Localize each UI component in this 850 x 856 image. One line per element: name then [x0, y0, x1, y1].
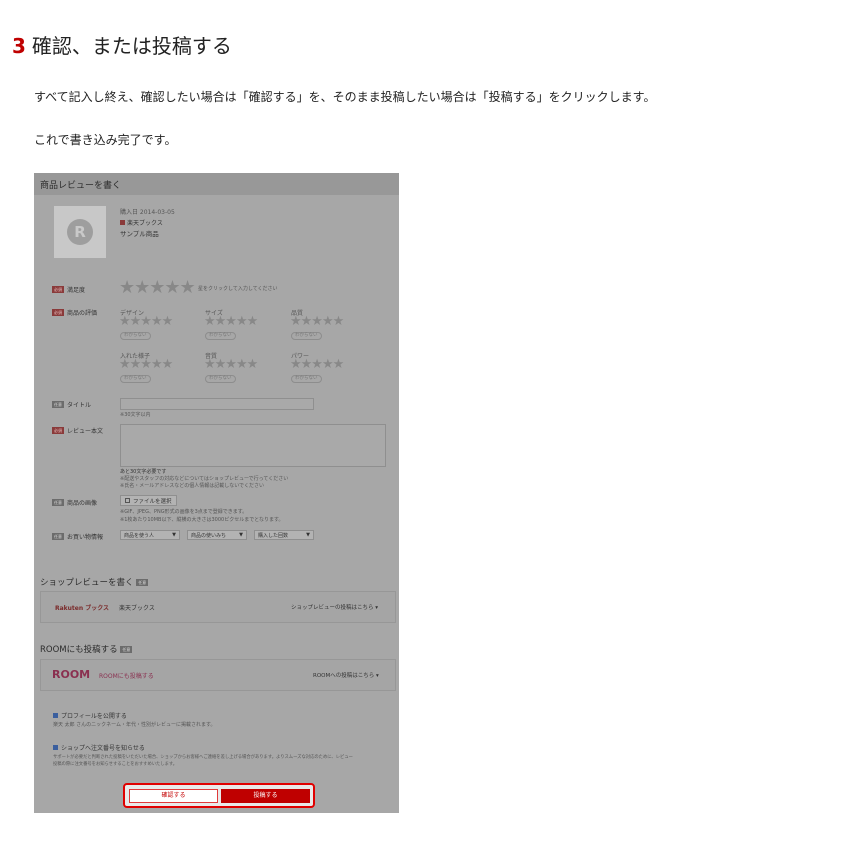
- required-badge: 必須: [52, 427, 64, 434]
- review-label: レビュー本文: [67, 428, 104, 435]
- shop-name: 楽天ブックス: [120, 218, 163, 227]
- dropdown-arrow-icon: ▼: [239, 532, 243, 538]
- required-badge: 必須: [52, 309, 64, 316]
- confirm-button[interactable]: 確認する: [129, 789, 218, 803]
- image-label: 商品の画像: [67, 500, 98, 507]
- post-button[interactable]: 投稿する: [221, 789, 310, 803]
- unknown-pill[interactable]: わからない: [205, 332, 236, 340]
- chevron-down-icon: ▾: [375, 605, 379, 611]
- criterion-stars[interactable]: ★★★★★: [290, 314, 344, 329]
- room-card[interactable]: ROOM ROOMにも投稿する ROOMへの投稿はこちら ▾: [40, 659, 396, 691]
- shop-square-icon: [120, 220, 125, 225]
- optional-badge: 任意: [52, 533, 64, 540]
- unknown-pill[interactable]: わからない: [291, 332, 322, 340]
- profile-checkbox[interactable]: [53, 713, 58, 718]
- unknown-pill[interactable]: わからない: [291, 375, 322, 383]
- optional-badge: 任意: [52, 401, 64, 408]
- image-note: ※1枚あたり10MB以下、縦横の大きさは3000ピクセルまでとなります。: [120, 517, 284, 523]
- shop-review-link[interactable]: ショップレビューの投稿はこちら ▾: [291, 603, 378, 611]
- shop-review-heading: ショップレビューを書く 任意: [40, 578, 149, 588]
- order-note: 投稿の際に注文番号をお知らせすることをおすすめいたします。: [53, 762, 178, 767]
- step-heading: 3 確認、または投稿する: [12, 30, 232, 59]
- optional-badge: 任意: [120, 646, 133, 653]
- file-select-button[interactable]: ファイルを選択: [120, 495, 177, 506]
- select-usage[interactable]: 商品の使いみち ▼: [187, 530, 247, 540]
- room-card-text: ROOMにも投稿する: [99, 673, 154, 680]
- room-post-link[interactable]: ROOMへの投稿はこちら ▾: [313, 671, 379, 679]
- review-note: ※配送やスタッフの対応などについてはショップレビューで行ってください: [120, 476, 289, 482]
- satisfaction-label: 満足度: [67, 287, 86, 294]
- file-icon: [125, 498, 130, 503]
- evaluation-label: 商品の評価: [67, 310, 98, 317]
- review-form-screenshot: 商品レビューを書く R 購入日 2014-03-05 楽天ブックス サンプル商品…: [34, 173, 399, 813]
- room-logo: ROOM: [52, 668, 91, 681]
- review-note: ※氏名・メールアドレスなどの個人情報は記載しないでください: [120, 483, 265, 489]
- purchase-date: 購入日 2014-03-05: [120, 209, 175, 216]
- criterion-stars[interactable]: ★★★★★: [204, 357, 258, 372]
- profile-check-label: プロフィールを公開する: [61, 713, 127, 720]
- profile-note: 楽天 太郎 さんのニックネーム・年代・性別がレビューに掲載されます。: [53, 722, 216, 728]
- image-note: ※GIF、JPEG、PNG形式の画像を3点まで登録できます。: [120, 509, 248, 515]
- select-user[interactable]: 商品を使う人 ▼: [120, 530, 180, 540]
- dropdown-arrow-icon: ▼: [172, 532, 176, 538]
- dropdown-arrow-icon: ▼: [306, 532, 310, 538]
- optional-badge: 任意: [136, 579, 149, 586]
- review-textarea[interactable]: [120, 424, 386, 467]
- satisfaction-hint: 星をクリックして入力してください: [198, 286, 278, 292]
- product-name: サンプル商品: [120, 230, 159, 238]
- unknown-pill[interactable]: わからない: [120, 332, 151, 340]
- unknown-pill[interactable]: わからない: [120, 375, 151, 383]
- chevron-down-icon: ▾: [375, 673, 379, 679]
- step-title: 確認、または投稿する: [31, 34, 232, 58]
- select-count[interactable]: 購入した回数 ▼: [254, 530, 314, 540]
- submit-button-highlight: 確認する 投稿する: [123, 783, 315, 808]
- rakuten-books-logo: Rakuten ブックス: [55, 605, 110, 612]
- order-note: サポートが必要だと判断された投稿をいただいた場合、ショップからお客様へご連絡を差…: [53, 755, 353, 760]
- title-note: ※30文字以内: [120, 412, 151, 418]
- required-badge: 必須: [52, 286, 64, 293]
- shop-review-card[interactable]: Rakuten ブックス 楽天ブックス ショップレビューの投稿はこちら ▾: [40, 591, 396, 623]
- review-note: あと30文字必要です: [120, 469, 167, 475]
- criterion-stars[interactable]: ★★★★★: [290, 357, 344, 372]
- shop-card-name: 楽天ブックス: [119, 605, 155, 612]
- criterion-stars[interactable]: ★★★★★: [119, 314, 173, 329]
- rakuten-r-icon: R: [67, 219, 93, 245]
- room-heading: ROOMにも投稿する 任意: [40, 645, 133, 655]
- criterion-stars[interactable]: ★★★★★: [204, 314, 258, 329]
- satisfaction-stars[interactable]: ★★★★★: [119, 277, 196, 298]
- form-header: 商品レビューを書く: [34, 173, 399, 195]
- unknown-pill[interactable]: わからない: [205, 375, 236, 383]
- criterion-stars[interactable]: ★★★★★: [119, 357, 173, 372]
- purchase-info-label: お買い物情報: [67, 534, 104, 541]
- step-number: 3: [12, 34, 26, 58]
- instruction-paragraph: すべて記入し終え、確認したい場合は「確認する」を、そのまま投稿したい場合は「投稿…: [34, 90, 656, 104]
- order-number-checkbox[interactable]: [53, 745, 58, 750]
- product-thumbnail: R: [54, 206, 106, 258]
- optional-badge: 任意: [52, 499, 64, 506]
- title-input[interactable]: [120, 398, 314, 410]
- title-label: タイトル: [67, 402, 92, 409]
- order-check-label: ショップへ注文番号を知らせる: [61, 745, 145, 752]
- completion-paragraph: これで書き込み完了です。: [34, 133, 177, 147]
